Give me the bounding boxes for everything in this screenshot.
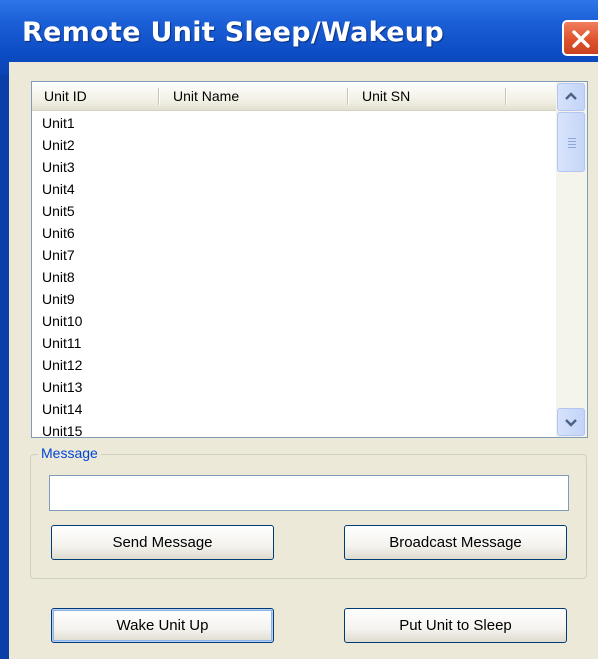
list-item[interactable]: Unit13	[42, 376, 82, 398]
list-item[interactable]: Unit2	[42, 134, 75, 156]
list-item[interactable]: Unit12	[42, 354, 82, 376]
put-unit-to-sleep-button[interactable]: Put Unit to Sleep	[344, 608, 567, 643]
list-item[interactable]: Unit6	[42, 222, 75, 244]
grip-line	[568, 138, 576, 139]
grip-line	[568, 147, 576, 148]
column-unit-name[interactable]: Unit Name	[173, 82, 239, 110]
list-item[interactable]: Unit3	[42, 156, 75, 178]
wake-unit-up-button[interactable]: Wake Unit Up	[51, 608, 274, 643]
list-item[interactable]: Unit5	[42, 200, 75, 222]
close-button[interactable]	[562, 20, 598, 56]
list-item[interactable]: Unit8	[42, 266, 75, 288]
send-message-button[interactable]: Send Message	[51, 525, 274, 560]
grip-line	[568, 141, 576, 142]
dialog-window: Remote Unit Sleep/Wakeup Unit ID Unit Na…	[0, 0, 598, 659]
message-groupbox	[30, 454, 587, 579]
list-item[interactable]: Unit7	[42, 244, 75, 266]
scroll-up-button[interactable]	[557, 83, 585, 111]
chevron-down-icon	[565, 419, 577, 427]
close-icon	[572, 30, 590, 48]
list-item[interactable]: Unit15	[42, 420, 82, 437]
scroll-thumb[interactable]	[557, 112, 585, 172]
unit-list[interactable]: Unit ID Unit Name Unit SN Unit1 Unit2 Un…	[31, 81, 588, 438]
list-item[interactable]: Unit11	[42, 332, 81, 354]
list-rows: Unit1 Unit2 Unit3 Unit4 Unit5 Unit6 Unit…	[32, 112, 556, 437]
message-input[interactable]	[49, 475, 569, 511]
dialog-body: Unit ID Unit Name Unit SN Unit1 Unit2 Un…	[9, 62, 598, 659]
list-header: Unit ID Unit Name Unit SN	[32, 82, 556, 111]
column-divider[interactable]	[505, 88, 507, 105]
grip-line	[568, 144, 576, 145]
list-item[interactable]: Unit14	[42, 398, 82, 420]
column-unit-sn[interactable]: Unit SN	[362, 82, 410, 110]
list-item[interactable]: Unit9	[42, 288, 75, 310]
column-divider[interactable]	[347, 88, 349, 105]
column-unit-id[interactable]: Unit ID	[44, 82, 87, 110]
broadcast-message-button[interactable]: Broadcast Message	[344, 525, 567, 560]
list-item[interactable]: Unit1	[42, 112, 75, 134]
list-item[interactable]: Unit10	[42, 310, 82, 332]
vertical-scrollbar[interactable]	[556, 82, 587, 437]
message-group-label: Message	[38, 445, 101, 461]
scroll-down-button[interactable]	[557, 408, 585, 436]
window-title: Remote Unit Sleep/Wakeup	[22, 17, 444, 48]
list-item[interactable]: Unit4	[42, 178, 75, 200]
chevron-up-icon	[565, 92, 577, 100]
column-divider[interactable]	[158, 88, 160, 105]
